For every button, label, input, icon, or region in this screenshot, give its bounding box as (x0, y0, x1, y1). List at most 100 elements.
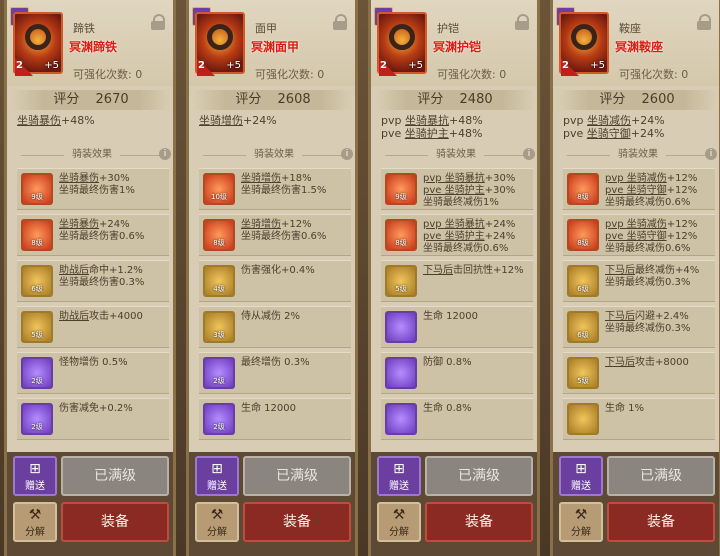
stat-name[interactable]: 坐骑暴抗 (405, 114, 449, 127)
effect-level: 8级 (31, 239, 43, 247)
decompose-button[interactable]: ⚒ 分解 (13, 502, 57, 542)
effect-level: 9级 (31, 193, 43, 201)
equipment-item-icon[interactable]: 2 +5 (195, 12, 245, 76)
effects-list: 9级 pvp 坐骑暴抗+30% pve 坐骑护主+30% 坐骑最终减伤1% 8级 p… (381, 168, 533, 444)
effect-key[interactable]: 坐骑暴伤 (59, 173, 99, 184)
equip-button[interactable]: 装备 (61, 502, 169, 542)
effect-key[interactable]: pve 坐骑护主 (423, 231, 485, 242)
decompose-button[interactable]: ⚒ 分解 (377, 502, 421, 542)
effect-key[interactable]: 下马后 (605, 265, 635, 276)
equip-button[interactable]: 装备 (425, 502, 533, 542)
max-level-button[interactable]: 已满级 (243, 456, 351, 496)
stat-line: pve 坐骑守御+24% (563, 127, 719, 140)
effect-value: 伤害减免+0.2% (59, 403, 133, 414)
effect-row: 8级 坐骑增伤+12% 坐骑最终伤害0.6% (199, 214, 351, 256)
effect-row: 防御 0.8% (381, 352, 533, 394)
effect-key[interactable]: 坐骑增伤 (241, 173, 281, 184)
max-level-button[interactable]: 已满级 (61, 456, 169, 496)
effect-text: pvp 坐骑暴抗+30% pve 坐骑护主+30% 坐骑最终减伤1% (423, 173, 531, 209)
decompose-button[interactable]: ⚒ 分解 (559, 502, 603, 542)
stat-name[interactable]: 坐骑暴伤 (17, 114, 61, 127)
info-icon[interactable]: i (341, 148, 353, 160)
item-artwork-icon (207, 24, 233, 50)
effect-text: 生命 1% (605, 403, 713, 415)
lock-icon[interactable] (333, 14, 347, 30)
effect-key[interactable]: pvp 坐骑减伤 (605, 173, 667, 184)
equip-button[interactable]: 装备 (607, 502, 715, 542)
effect-line: 伤害减免+0.2% (59, 403, 167, 415)
equipment-item-icon[interactable]: 2 +5 (559, 12, 609, 76)
max-level-button[interactable]: 已满级 (425, 456, 533, 496)
effect-text: pvp 坐骑减伤+12% pve 坐骑守御+12% 坐骑最终减伤0.6% (605, 219, 713, 255)
gift-button[interactable]: ⊞ 赠送 (377, 456, 421, 496)
info-icon[interactable]: i (159, 148, 171, 160)
effect-value: 坐骑最终伤害1% (59, 185, 135, 196)
stat-name[interactable]: 坐骑减伤 (587, 114, 631, 127)
equipment-panel-3: ⊞ 2 +5 护铠 冥渊护铠 可强化次数: 0 评分 2480 pvp 坐骑暴抗… (368, 0, 540, 556)
lock-icon[interactable] (515, 14, 529, 30)
effect-key[interactable]: pvp 坐骑暴抗 (423, 219, 485, 230)
hammer-icon: ⚒ (28, 507, 42, 523)
effect-key[interactable]: pve 坐骑护主 (423, 185, 485, 196)
effect-row: 9级 pvp 坐骑暴抗+30% pve 坐骑护主+30% 坐骑最终减伤1% (381, 168, 533, 210)
equipment-compare-screen: ⊞ 2 +5 蹄铁 冥渊蹄铁 可强化次数: 0 评分 2670 坐骑暴伤+48%… (0, 0, 720, 556)
effect-value: 攻击+8000 (635, 357, 689, 368)
effect-icon: 8级 (567, 219, 599, 251)
effect-key[interactable]: pve 坐骑守御 (605, 185, 667, 196)
info-icon[interactable]: i (705, 148, 717, 160)
effect-key[interactable]: 下马后 (605, 357, 635, 368)
decompose-button[interactable]: ⚒ 分解 (195, 502, 239, 542)
effect-value: 怪物增伤 0.5% (59, 357, 128, 368)
item-slot-name: 面甲 (255, 22, 277, 35)
effect-line: pvp 坐骑减伤+12% (605, 219, 713, 231)
lock-icon[interactable] (151, 14, 165, 30)
score-value: 2670 (95, 92, 129, 107)
effect-text: 坐骑暴伤+30% 坐骑最终伤害1% (59, 173, 167, 197)
gift-button[interactable]: ⊞ 赠送 (195, 456, 239, 496)
effect-key[interactable]: 坐骑增伤 (241, 219, 281, 230)
effect-value: +12% (666, 219, 698, 230)
gift-button[interactable]: ⊞ 赠送 (559, 456, 603, 496)
effect-level: 5级 (577, 377, 589, 385)
effect-row: 2级 最终增伤 0.3% (199, 352, 351, 394)
item-title: 冥渊护铠 (433, 40, 482, 54)
effect-key[interactable]: pvp 坐骑暴抗 (423, 173, 485, 184)
effect-key[interactable]: 坐骑暴伤 (59, 219, 99, 230)
effect-text: 生命 12000 (423, 311, 531, 323)
gift-button[interactable]: ⊞ 赠送 (13, 456, 57, 496)
stat-name[interactable]: 坐骑护主 (405, 127, 449, 140)
effect-line: 坐骑最终伤害0.6% (59, 231, 167, 243)
effect-text: 下马后最终减伤+4% 坐骑最终减伤0.3% (605, 265, 713, 289)
stat-name[interactable]: 坐骑守御 (587, 127, 631, 140)
effect-value: +30% (484, 185, 516, 196)
effect-line: 下马后攻击+8000 (605, 357, 713, 369)
effect-row: 2级 怪物增伤 0.5% (17, 352, 169, 394)
effect-icon: 9级 (21, 173, 53, 205)
effect-text: 坐骑暴伤+24% 坐骑最终伤害0.6% (59, 219, 167, 243)
info-icon[interactable]: i (523, 148, 535, 160)
effect-text: 伤害强化+0.4% (241, 265, 349, 277)
effect-row: 6级 助战后命中+1.2% 坐骑最终伤害0.3% (17, 260, 169, 302)
effect-key[interactable]: pvp 坐骑减伤 (605, 219, 667, 230)
stat-name[interactable]: 坐骑增伤 (199, 114, 243, 127)
item-level: 2 (16, 60, 23, 71)
lock-icon[interactable] (697, 14, 711, 30)
effect-icon: 2级 (21, 403, 53, 435)
equip-button[interactable]: 装备 (243, 502, 351, 542)
panel-header: ⊞ 2 +5 护铠 冥渊护铠 可强化次数: 0 (371, 0, 537, 86)
effect-row: 4级 伤害强化+0.4% (199, 260, 351, 302)
effect-key[interactable]: 下马后 (423, 265, 453, 276)
effect-key[interactable]: 助战后 (59, 265, 89, 276)
max-level-button[interactable]: 已满级 (607, 456, 715, 496)
equipment-item-icon[interactable]: 2 +5 (13, 12, 63, 76)
effect-key[interactable]: 下马后 (605, 311, 635, 322)
effect-icon: 6级 (567, 311, 599, 343)
effect-key[interactable]: pve 坐骑守御 (605, 231, 667, 242)
effect-key[interactable]: 助战后 (59, 311, 89, 322)
equipment-panel-1: ⊞ 2 +5 蹄铁 冥渊蹄铁 可强化次数: 0 评分 2670 坐骑暴伤+48%… (4, 0, 176, 556)
item-title: 冥渊面甲 (251, 40, 300, 54)
effect-value: +18% (281, 173, 312, 184)
stat-line: 坐骑增伤+24% (199, 114, 355, 127)
equipment-item-icon[interactable]: 2 +5 (377, 12, 427, 76)
effect-value: +12% (281, 219, 312, 230)
